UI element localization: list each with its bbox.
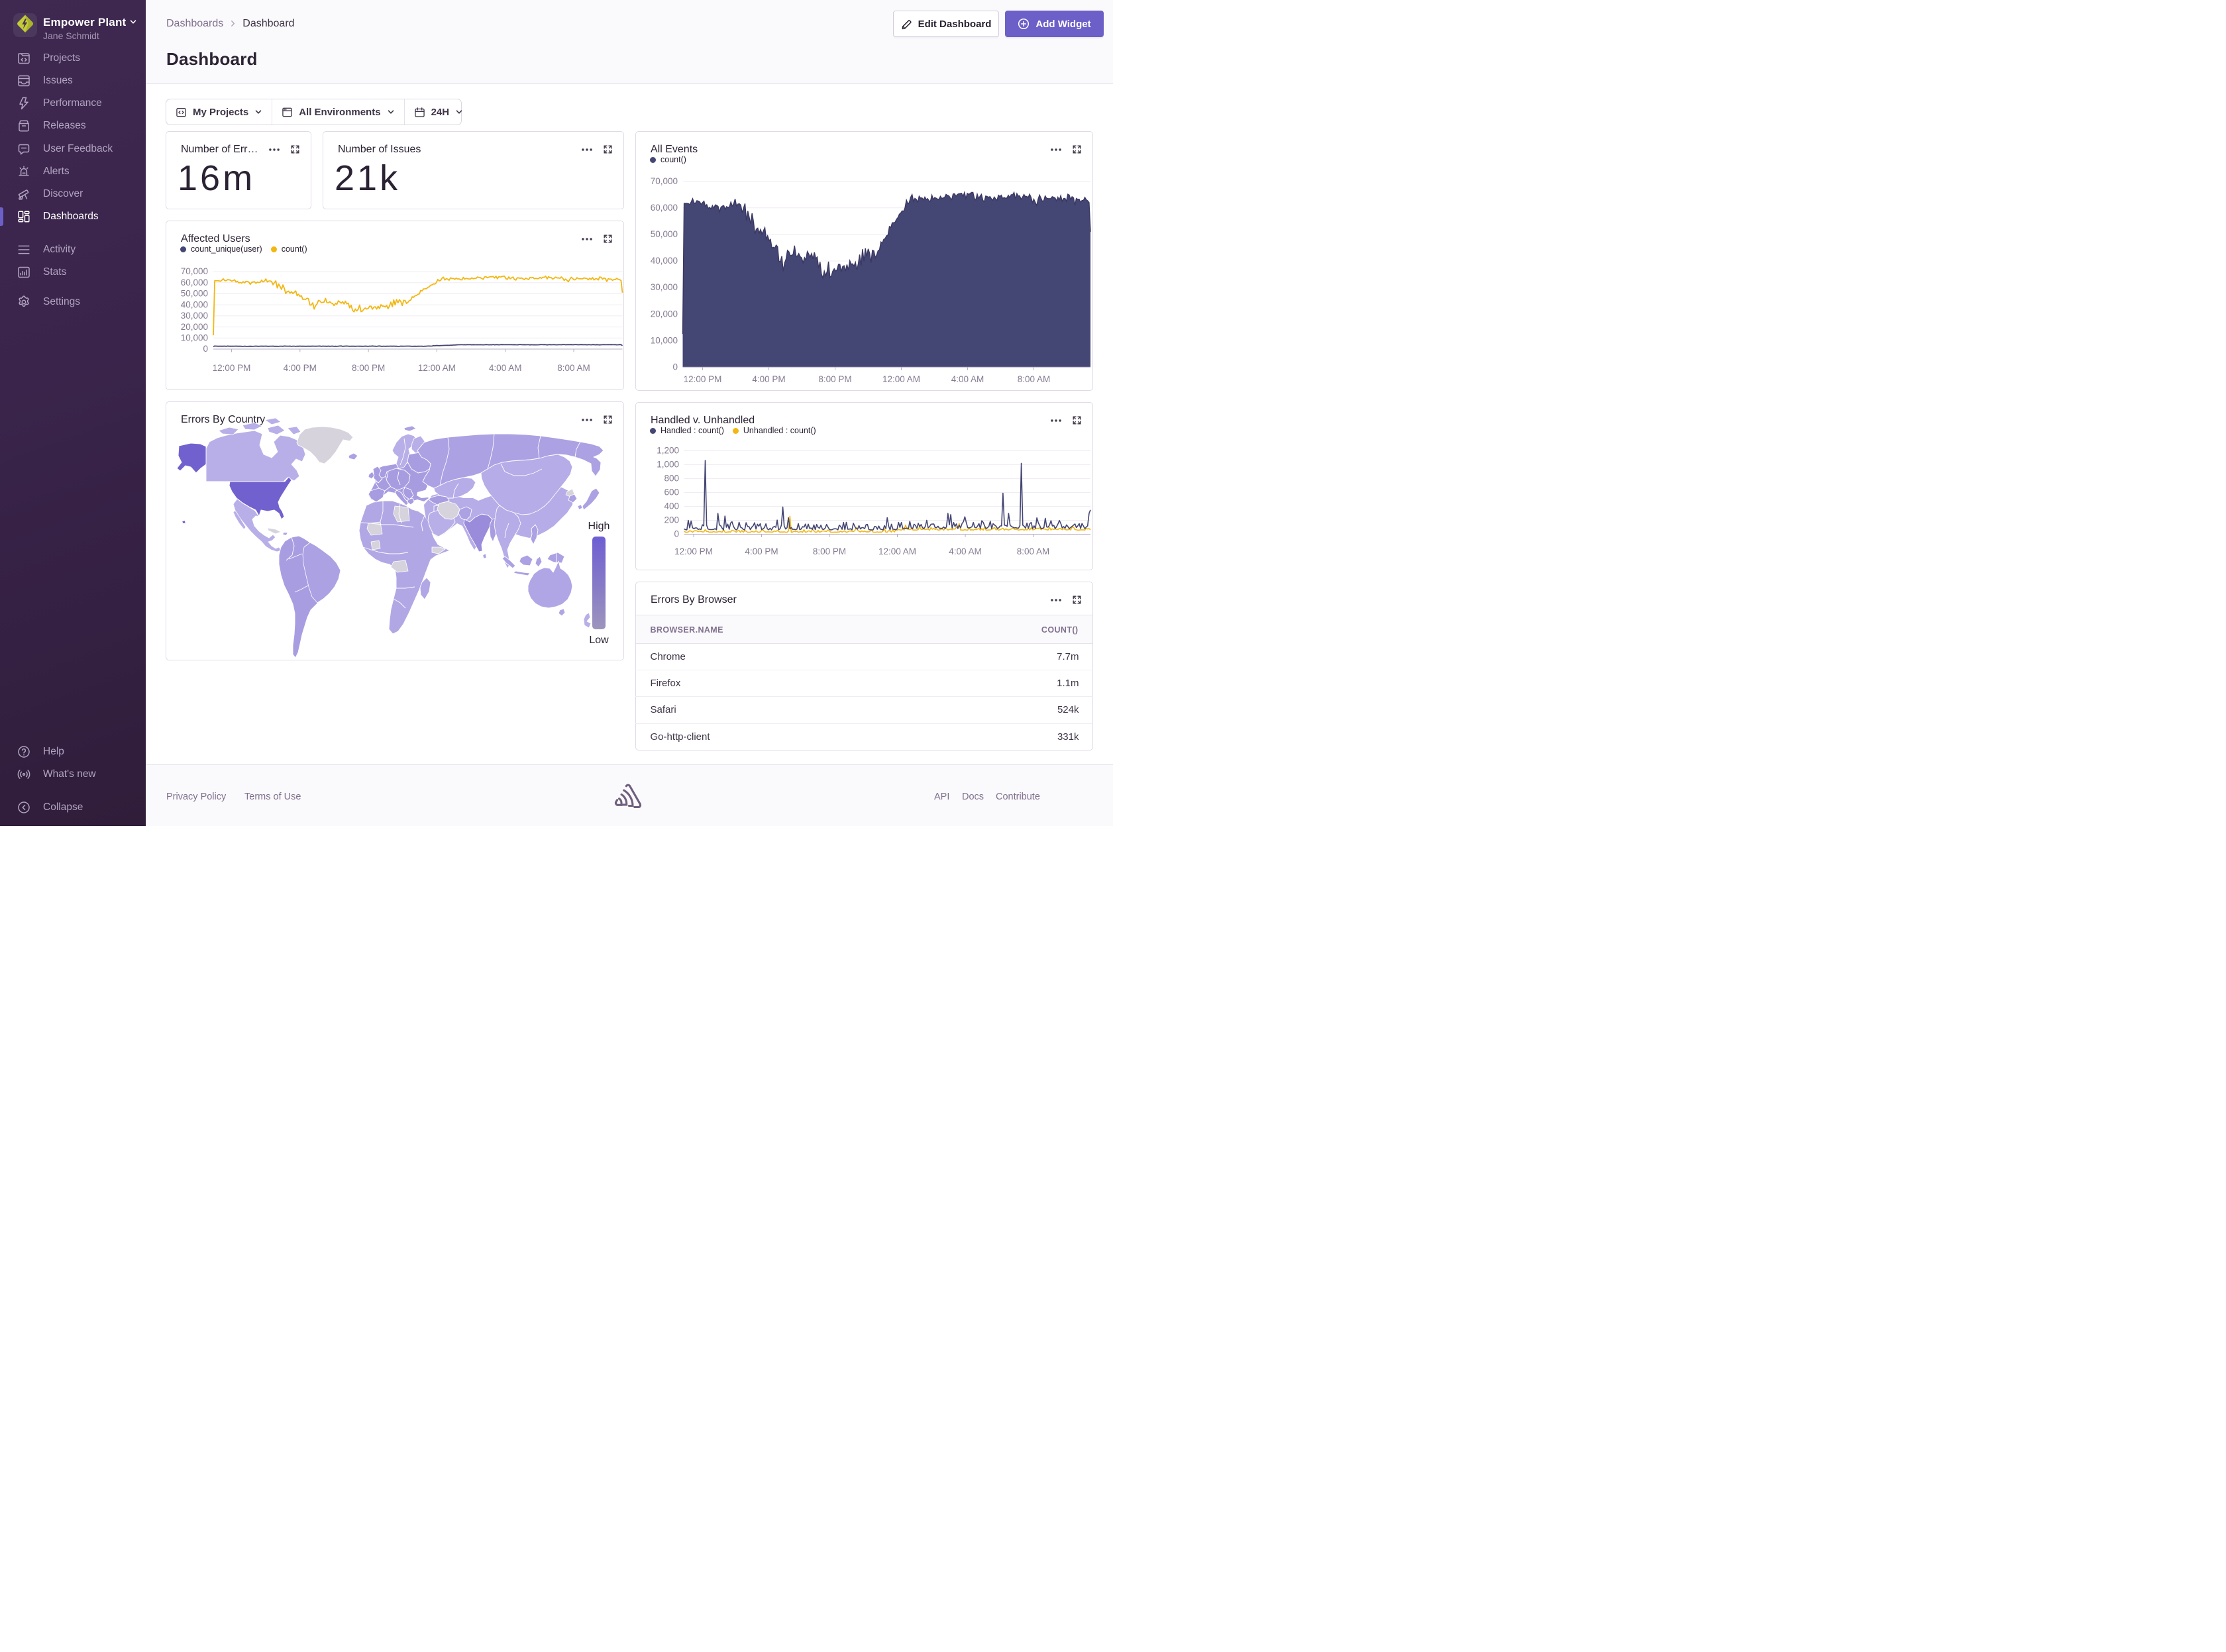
svg-text:0: 0: [203, 344, 208, 354]
svg-text:10,000: 10,000: [181, 333, 208, 343]
svg-text:12:00 PM: 12:00 PM: [683, 374, 721, 384]
svg-text:4:00 PM: 4:00 PM: [284, 363, 317, 373]
svg-text:1,200: 1,200: [657, 446, 679, 456]
svg-text:1,000: 1,000: [657, 460, 679, 470]
svg-text:12:00 AM: 12:00 AM: [418, 363, 456, 373]
svg-text:60,000: 60,000: [650, 203, 677, 213]
svg-text:20,000: 20,000: [181, 322, 208, 332]
svg-text:40,000: 40,000: [650, 256, 677, 266]
svg-text:600: 600: [664, 488, 679, 497]
svg-text:200: 200: [664, 515, 679, 525]
svg-text:400: 400: [664, 501, 679, 511]
svg-text:60,000: 60,000: [181, 278, 208, 287]
svg-text:4:00 PM: 4:00 PM: [752, 374, 785, 384]
svg-text:40,000: 40,000: [181, 299, 208, 309]
svg-text:12:00 AM: 12:00 AM: [882, 374, 920, 384]
svg-text:8:00 PM: 8:00 PM: [818, 374, 851, 384]
svg-text:Low: Low: [589, 635, 609, 646]
svg-text:70,000: 70,000: [650, 176, 677, 186]
svg-text:8:00 PM: 8:00 PM: [352, 363, 385, 373]
svg-text:8:00 AM: 8:00 AM: [1017, 374, 1050, 384]
svg-text:8:00 PM: 8:00 PM: [812, 546, 845, 556]
svg-text:70,000: 70,000: [181, 266, 208, 276]
svg-text:4:00 PM: 4:00 PM: [745, 546, 778, 556]
svg-text:30,000: 30,000: [181, 311, 208, 321]
svg-text:12:00 PM: 12:00 PM: [674, 546, 713, 556]
svg-text:12:00 AM: 12:00 AM: [878, 546, 916, 556]
svg-text:12:00 PM: 12:00 PM: [213, 363, 251, 373]
svg-text:20,000: 20,000: [650, 309, 677, 319]
svg-text:50,000: 50,000: [650, 229, 677, 239]
svg-text:4:00 AM: 4:00 AM: [489, 363, 522, 373]
svg-text:30,000: 30,000: [650, 282, 677, 292]
svg-text:0: 0: [674, 529, 679, 539]
svg-text:8:00 AM: 8:00 AM: [1016, 546, 1049, 556]
svg-text:10,000: 10,000: [650, 335, 677, 345]
svg-text:High: High: [588, 521, 610, 532]
svg-text:4:00 AM: 4:00 AM: [949, 546, 982, 556]
svg-text:4:00 AM: 4:00 AM: [951, 374, 984, 384]
svg-text:0: 0: [672, 362, 678, 372]
svg-text:50,000: 50,000: [181, 289, 208, 299]
svg-text:8:00 AM: 8:00 AM: [557, 363, 590, 373]
svg-text:800: 800: [664, 474, 679, 484]
